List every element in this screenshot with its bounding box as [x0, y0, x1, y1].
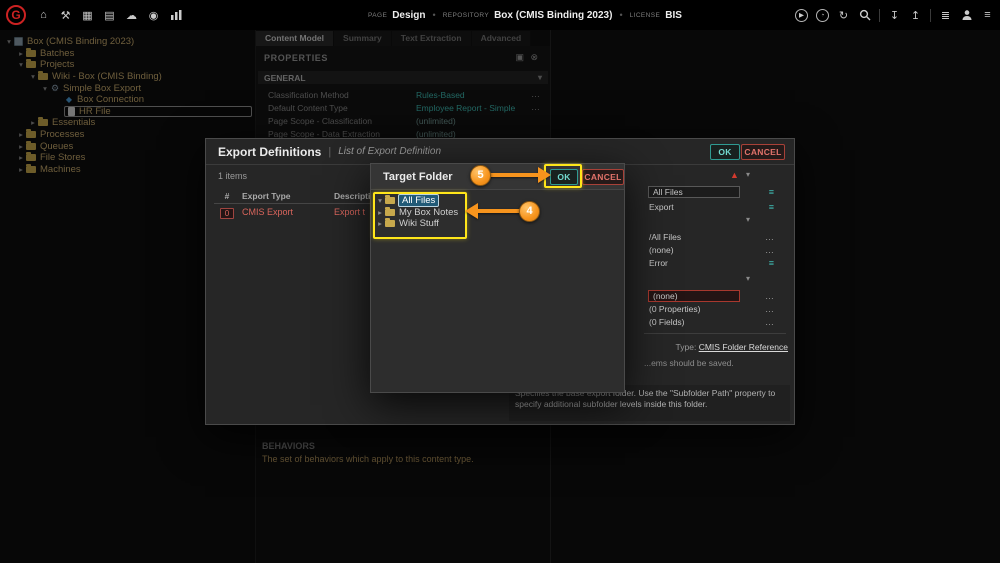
ellipsis-button[interactable]: …	[765, 317, 774, 327]
briefcase-icon[interactable]: ▤	[103, 8, 116, 22]
license-value: BIS	[665, 10, 682, 21]
property-value-field-error[interactable]: (none)	[648, 290, 740, 302]
dialog-subtitle: List of Export Definition	[338, 146, 441, 157]
menu-icon[interactable]: ≡	[981, 8, 994, 22]
breadcrumb: PAGE Design • REPOSITORY Box (CMIS Bindi…	[368, 0, 682, 30]
help-divider	[644, 333, 786, 334]
cancel-button[interactable]: CANCEL	[741, 144, 785, 160]
upload-icon[interactable]: ↥	[909, 8, 922, 22]
property-row[interactable]: /All Files …	[644, 230, 790, 243]
home-icon[interactable]: ⌂	[37, 8, 50, 22]
chevron-down-icon[interactable]: ▾	[746, 215, 750, 224]
menu-lines-icon[interactable]: ≡	[769, 258, 774, 268]
property-value: (none)	[644, 245, 674, 255]
property-value: (0 Fields)	[644, 317, 684, 327]
property-row[interactable]: (none) …	[644, 289, 790, 302]
ellipsis-button[interactable]: …	[765, 245, 774, 255]
property-value: Error	[644, 258, 668, 268]
type-link[interactable]: CMIS Folder Reference	[699, 342, 788, 352]
property-value: (0 Properties)	[644, 304, 701, 314]
play-icon[interactable]: ▶	[795, 9, 808, 22]
ellipsis-button[interactable]: …	[765, 232, 774, 242]
separator-dot: •	[433, 10, 436, 20]
cloud-icon[interactable]: ☁	[125, 8, 138, 22]
chevron-down-icon[interactable]: ▾	[746, 274, 750, 283]
user-icon[interactable]	[960, 8, 973, 22]
step-badge-5: 5	[470, 165, 491, 186]
help-partial-text: ...ems should be saved.	[644, 358, 734, 368]
dialog-header: Export Definitions | List of Export Defi…	[206, 139, 794, 165]
repository-label: REPOSITORY	[443, 12, 489, 19]
topbar-right-icons: ▶ ◔ ↻ ↧ ↥ ≣ ≡	[795, 0, 994, 30]
refresh-icon[interactable]: ↻	[837, 8, 850, 22]
repository-value[interactable]: Box (CMIS Binding 2023)	[494, 10, 612, 21]
items-count: 1 items	[218, 171, 247, 181]
property-row[interactable]: Export ≡	[644, 200, 790, 213]
divider	[879, 9, 880, 22]
license-label: LICENSE	[630, 12, 661, 19]
batches-icon[interactable]: ▦	[81, 8, 94, 22]
review-icon[interactable]: ◉	[147, 8, 160, 22]
tools-icon[interactable]: ⚒	[59, 8, 72, 22]
ellipsis-button[interactable]: …	[765, 304, 774, 314]
ellipsis-button[interactable]: …	[765, 291, 774, 301]
page-value[interactable]: Design	[392, 10, 425, 21]
stats-icon[interactable]	[169, 8, 182, 22]
app-window: G ⌂ ⚒ ▦ ▤ ☁ ◉ PAGE Design • REPOSITORY B…	[0, 0, 1000, 563]
top-bar: G ⌂ ⚒ ▦ ▤ ☁ ◉ PAGE Design • REPOSITORY B…	[0, 0, 1000, 30]
type-label: Type:	[676, 342, 697, 352]
search-icon[interactable]	[858, 8, 871, 22]
menu-lines-icon[interactable]: ≡	[769, 187, 774, 197]
ok-button[interactable]: OK	[710, 144, 740, 160]
property-row[interactable]: All Files ≡	[644, 185, 790, 198]
arrow-to-ok	[488, 167, 552, 184]
property-row[interactable]: (0 Properties) …	[644, 302, 790, 315]
separator-dot: •	[619, 10, 622, 20]
step-badge-4: 4	[519, 201, 540, 222]
property-row[interactable]: Error ≡	[644, 256, 790, 269]
highlight-box-folder-tree	[373, 192, 467, 239]
menu-lines-icon[interactable]: ≡	[769, 202, 774, 212]
property-value: /All Files	[644, 232, 681, 242]
page-label: PAGE	[368, 12, 387, 19]
dialog-title: Target Folder	[383, 171, 452, 183]
layers-icon[interactable]: ≣	[939, 8, 952, 22]
warning-icon: ▲	[730, 170, 739, 180]
download-icon[interactable]: ↧	[888, 8, 901, 22]
row-number: 0	[220, 208, 234, 219]
app-logo[interactable]: G	[6, 5, 26, 25]
dialog-title: Export Definitions	[218, 145, 321, 159]
property-row[interactable]: (none) …	[644, 243, 790, 256]
property-row[interactable]: (0 Fields) …	[644, 315, 790, 328]
toolbar-icons: ⌂ ⚒ ▦ ▤ ☁ ◉	[37, 8, 182, 22]
title-divider: |	[328, 146, 331, 158]
activity-icon[interactable]: ◔	[816, 9, 829, 22]
column-number: #	[214, 191, 240, 201]
column-export-type: Export Type	[240, 191, 332, 201]
property-value-field[interactable]: All Files	[648, 186, 740, 198]
chevron-down-icon[interactable]: ▾	[746, 170, 750, 179]
cancel-button[interactable]: CANCEL	[582, 169, 624, 185]
property-value: Export	[644, 202, 674, 212]
row-export-type: CMIS Export	[240, 207, 332, 217]
divider	[930, 9, 931, 22]
